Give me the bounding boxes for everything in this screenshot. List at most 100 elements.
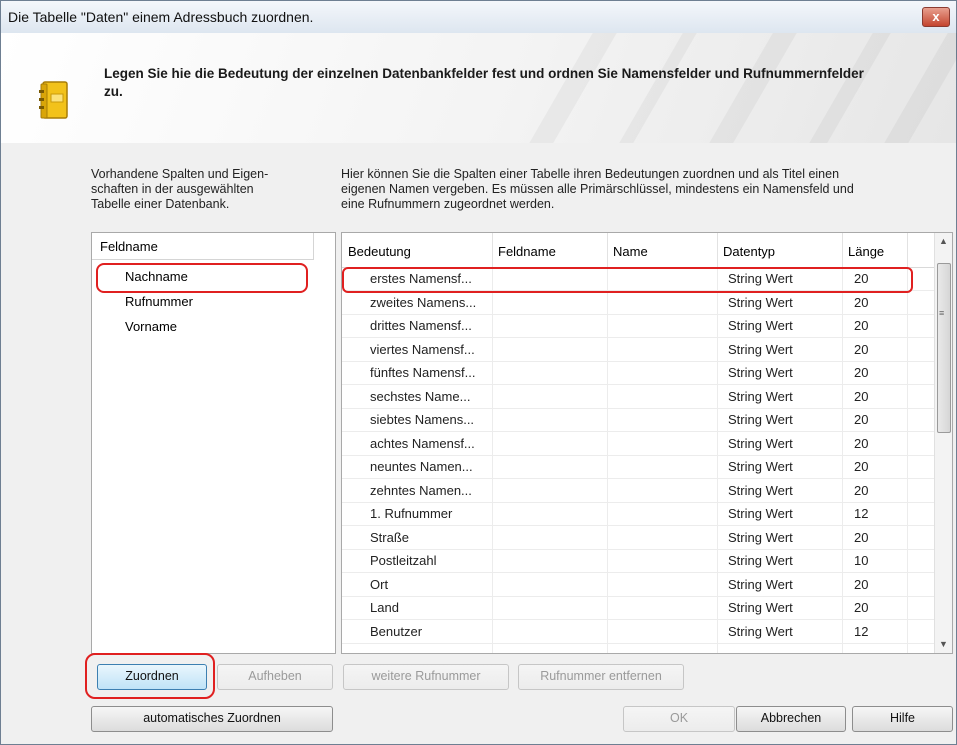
- table-row[interactable]: Straße String Wert 20: [342, 526, 934, 550]
- table-row[interactable]: Land String Wert 20: [342, 596, 934, 620]
- cell-bedeutung: Postleitzahl: [370, 553, 437, 568]
- cell-laenge: 20: [854, 412, 869, 427]
- cell-laenge: 20: [854, 459, 869, 474]
- cell-bedeutung: neuntes Namen...: [370, 459, 473, 474]
- table-row[interactable]: siebtes Namens... String Wert 20: [342, 408, 934, 432]
- highlight-annotation-row: [342, 267, 913, 293]
- cell-datentyp: String Wert: [728, 576, 793, 592]
- title-bar: Die Tabelle "Daten" einem Adressbuch zuo…: [1, 1, 956, 33]
- cell-bedeutung: drittes Namensf...: [370, 318, 472, 333]
- column-header-label: Datentyp: [723, 244, 776, 259]
- cell-bedeutung: zehntes Namen...: [370, 482, 472, 498]
- cell-bedeutung: viertes Namensf...: [370, 341, 475, 357]
- hilfe-button[interactable]: Hilfe: [852, 706, 953, 732]
- cell-bedeutung: Ort: [370, 576, 389, 592]
- cell-bedeutung: Benutzer: [370, 623, 423, 639]
- column-header-label: Name: [613, 244, 648, 259]
- aufheben-button[interactable]: Aufheben: [217, 664, 333, 690]
- cell-bedeutung: siebtes Namens...: [370, 412, 475, 427]
- left-description-line: Vorhandene Spalten und Eigen-: [91, 167, 269, 181]
- column-header-label: Feldname: [498, 244, 556, 259]
- cell-laenge: 20: [854, 529, 869, 545]
- table-row[interactable]: sechstes Name... String Wert 20: [342, 385, 934, 409]
- cell-datentyp: String Wert: [728, 341, 793, 357]
- abbrechen-button[interactable]: Abbrechen: [736, 706, 846, 732]
- table-row[interactable]: neuntes Namen... String Wert 20: [342, 455, 934, 479]
- cell-laenge: 20: [854, 482, 869, 498]
- cell-datentyp: String Wert: [728, 412, 793, 427]
- column-header-label: Bedeutung: [348, 244, 411, 259]
- close-icon: x: [932, 9, 940, 24]
- scroll-up-arrow-icon[interactable]: ▲: [935, 233, 952, 250]
- table-row[interactable]: viertes Namensf... String Wert 20: [342, 338, 934, 362]
- cell-bedeutung: 1. Rufnummer: [370, 506, 453, 521]
- cell-datentyp: String Wert: [728, 294, 793, 310]
- dialog-window: Die Tabelle "Daten" einem Adressbuch zuo…: [0, 0, 957, 745]
- left-description: Vorhandene Spalten und Eigen- schaften i…: [91, 167, 331, 212]
- table-row[interactable]: fünftes Namensf... String Wert 20: [342, 361, 934, 385]
- header-banner: Legen Sie hie die Bedeutung der einzelne…: [1, 33, 957, 143]
- column-header-laenge[interactable]: Länge: [842, 233, 908, 267]
- cell-datentyp: String Wert: [728, 600, 793, 615]
- cell-datentyp: String Wert: [728, 318, 793, 333]
- cell-laenge: 20: [854, 341, 869, 357]
- rufnummer-entfernen-button[interactable]: Rufnummer entfernen: [518, 664, 684, 690]
- field-list-item-vorname[interactable]: Vorname: [125, 319, 177, 334]
- window-title: Die Tabelle "Daten" einem Adressbuch zuo…: [8, 9, 314, 25]
- cell-bedeutung: Land: [370, 600, 399, 615]
- column-header-feldname[interactable]: Feldname: [492, 233, 608, 267]
- cell-datentyp: String Wert: [728, 506, 793, 521]
- table-row[interactable]: Postleitzahl String Wert 10: [342, 549, 934, 573]
- field-list-header[interactable]: Feldname: [92, 233, 314, 260]
- table-row[interactable]: achtes Namensf... String Wert 20: [342, 432, 934, 456]
- table-row[interactable]: zehntes Namen... String Wert 20: [342, 479, 934, 503]
- close-button[interactable]: x: [922, 7, 950, 27]
- mapping-grid[interactable]: Bedeutung Feldname Name Datentyp Länge e…: [341, 232, 953, 654]
- cell-datentyp: String Wert: [728, 435, 793, 451]
- cell-datentyp: String Wert: [728, 365, 793, 380]
- cell-laenge: 20: [854, 294, 869, 310]
- cell-bedeutung: sechstes Name...: [370, 388, 471, 404]
- cell-bedeutung: fünftes Namensf...: [370, 365, 476, 380]
- scroll-grip-icon: ≡: [939, 308, 945, 318]
- cell-datentyp: String Wert: [728, 623, 793, 639]
- left-description-line: Tabelle einer Datenbank.: [91, 197, 230, 211]
- cell-laenge: 10: [854, 553, 869, 568]
- field-list[interactable]: Feldname Nachname Rufnummer Vorname: [91, 232, 336, 654]
- right-description-line: eine Rufnummern zugeordnet werden.: [341, 197, 555, 211]
- scroll-thumb[interactable]: [937, 263, 951, 433]
- cell-datentyp: String Wert: [728, 482, 793, 498]
- column-header-label: Länge: [848, 244, 885, 259]
- table-row[interactable]: Benutzer String Wert 12: [342, 620, 934, 644]
- header-heading: Legen Sie hie die Bedeutung der einzelne…: [104, 66, 864, 99]
- column-header-bedeutung[interactable]: Bedeutung: [342, 233, 493, 267]
- table-row[interactable]: zweites Namens... String Wert 20: [342, 291, 934, 315]
- right-description-line: eigenen Namen vergeben. Es müssen alle P…: [341, 182, 854, 196]
- field-list-header-label: Feldname: [100, 239, 158, 254]
- column-header-datentyp[interactable]: Datentyp: [717, 233, 843, 267]
- column-header-name[interactable]: Name: [607, 233, 718, 267]
- table-row[interactable]: 1. Rufnummer String Wert 12: [342, 502, 934, 526]
- ok-button[interactable]: OK: [623, 706, 735, 732]
- cell-laenge: 20: [854, 576, 869, 592]
- cell-laenge: 20: [854, 365, 869, 380]
- field-list-item-rufnummer[interactable]: Rufnummer: [125, 294, 193, 309]
- grid-scrollbar[interactable]: ▲ ≡ ▼: [934, 233, 952, 653]
- weitere-rufnummer-button[interactable]: weitere Rufnummer: [343, 664, 509, 690]
- cell-laenge: 20: [854, 435, 869, 451]
- cell-laenge: 20: [854, 600, 869, 615]
- right-description-line: Hier können Sie die Spalten einer Tabell…: [341, 167, 840, 181]
- cell-datentyp: String Wert: [728, 388, 793, 404]
- left-description-line: schaften in der ausgewählten: [91, 182, 254, 196]
- highlight-annotation-nachname: [96, 263, 308, 293]
- cell-laenge: 20: [854, 318, 869, 333]
- automatisches-zuordnen-button[interactable]: automatisches Zuordnen: [91, 706, 333, 732]
- grid-header-row: Bedeutung Feldname Name Datentyp Länge: [342, 233, 934, 268]
- table-row[interactable]: Ort String Wert 20: [342, 573, 934, 597]
- right-description: Hier können Sie die Spalten einer Tabell…: [341, 167, 951, 212]
- header-decoration: [884, 33, 957, 143]
- scroll-down-arrow-icon[interactable]: ▼: [935, 636, 952, 653]
- table-row[interactable]: drittes Namensf... String Wert 20: [342, 314, 934, 338]
- cell-datentyp: String Wert: [728, 553, 793, 568]
- cell-bedeutung: Straße: [370, 529, 410, 545]
